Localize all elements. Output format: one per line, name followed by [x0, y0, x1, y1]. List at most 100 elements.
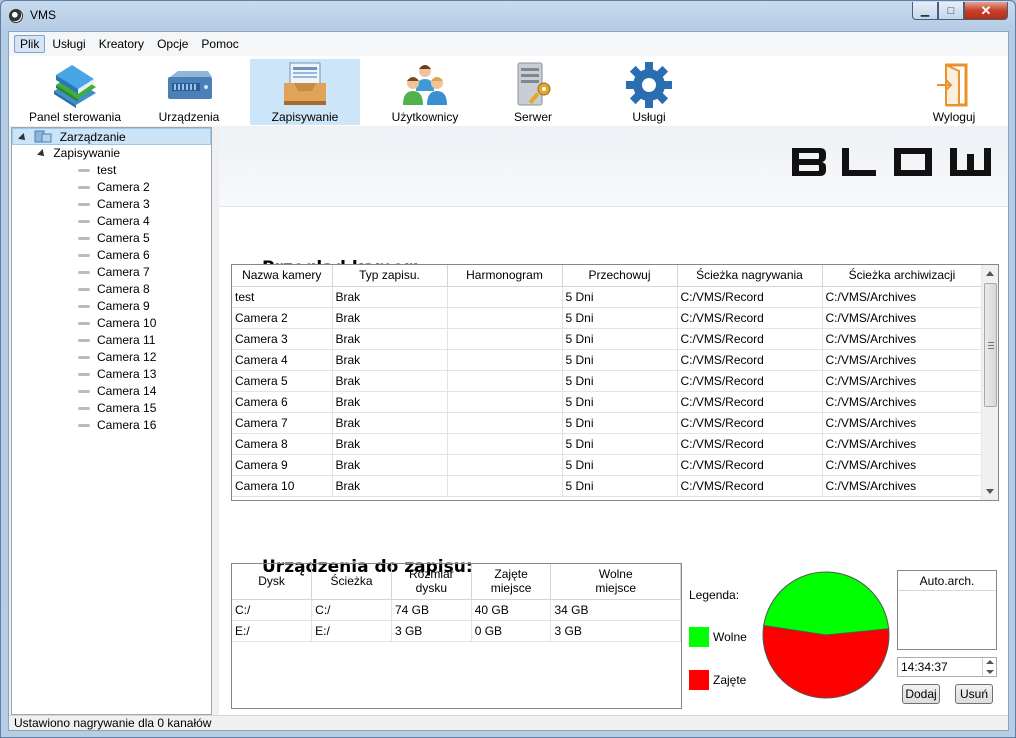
table-cell: C:/VMS/Record [677, 475, 823, 497]
camera-icon [78, 356, 90, 360]
table-row[interactable]: Camera 2 Brak 5 Dni C:/VMS/Record C:/VMS/Arc… [232, 307, 983, 329]
toolbar-uslugi[interactable]: Usługi [609, 59, 689, 125]
table-row[interactable]: Camera 7 Brak 5 Dni C:/VMS/Record C:/VMS/Arc… [232, 412, 983, 434]
toolbar-label: Zapisywanie [271, 110, 339, 124]
toolbar-urzadzenia[interactable]: Urządzenia [141, 59, 237, 125]
tree-camera-label: Camera 14 [97, 384, 157, 398]
table-cell: C:/VMS/Archives [822, 433, 983, 455]
table-row[interactable]: Camera 3 Brak 5 Dni C:/VMS/Record C:/VMS/Arc… [232, 328, 983, 350]
tree-camera-item[interactable]: Camera 4 [78, 213, 150, 230]
table-cell: Camera 3 [232, 328, 333, 350]
table-row[interactable]: Camera 8 Brak 5 Dni C:/VMS/Record C:/VMS/Arc… [232, 433, 983, 455]
archive-tray-icon [284, 62, 326, 105]
column-header[interactable]: Typ zapisu. [332, 265, 448, 287]
table-row[interactable]: Camera 10 Brak 5 Dni C:/VMS/Record C:/VMS/Ar… [232, 475, 983, 497]
column-header-line: Zajęte [494, 567, 528, 582]
column-header[interactable]: Nazwa kamery [232, 265, 333, 287]
menu-kreatory[interactable]: Kreatory [93, 35, 150, 53]
scroll-thumb[interactable] [984, 283, 997, 407]
tree-camera-item[interactable]: Camera 11 [78, 332, 155, 349]
spin-down-icon[interactable] [986, 670, 994, 674]
table-cell: Brak [332, 391, 448, 413]
toolbar-zapisywanie[interactable]: Zapisywanie [250, 59, 360, 125]
column-header[interactable]: Ścieżka nagrywania [677, 265, 823, 287]
menu-pomoc[interactable]: Pomoc [195, 35, 244, 53]
camera-icon [78, 339, 90, 343]
add-button[interactable]: Dodaj [902, 684, 940, 704]
tree-camera-item[interactable]: Camera 7 [78, 264, 150, 281]
auto-archive-list[interactable]: Auto.arch. [897, 570, 997, 650]
tree-camera-item[interactable]: Camera 14 [78, 383, 156, 400]
table-cell: C:/VMS/Archives [822, 286, 983, 308]
camera-icon [78, 220, 90, 224]
tree-camera-item[interactable]: Camera 12 [78, 349, 156, 366]
table-row[interactable]: C:/C:/74 GB 40 GB 34 GB [232, 599, 681, 621]
camera-icon [78, 424, 90, 428]
tree-camera-item[interactable]: Camera 9 [78, 298, 150, 315]
toolbar-wyloguj[interactable]: Wyloguj [919, 59, 989, 125]
time-spinner[interactable] [982, 658, 996, 676]
menu-plik[interactable]: Plik [14, 35, 46, 53]
table-row[interactable]: Camera 9 Brak 5 Dni C:/VMS/Record C:/VMS/Arc… [232, 454, 983, 476]
cameras-table: Nazwa kamery Typ zapisu. Harmonogram Przech… [232, 265, 983, 497]
table-cell: C:/VMS/Record [677, 328, 823, 350]
menu-uslugi[interactable]: Usługi [46, 35, 91, 53]
table-cell: C:/VMS/Archives [822, 475, 983, 497]
tree-camera-item[interactable]: Camera 6 [78, 247, 150, 264]
toolbar-label: Użytkownicy [391, 110, 459, 124]
tree-camera-item[interactable]: Camera 13 [78, 366, 156, 383]
table-row[interactable]: Camera 4 Brak 5 Dni C:/VMS/Record C:/VMS/Arc… [232, 349, 983, 371]
scroll-up-icon[interactable] [986, 271, 994, 276]
table-cell: C:/ [232, 599, 313, 621]
table-cell: Camera 10 [232, 475, 333, 497]
tree-camera-item[interactable]: Camera 3 [78, 196, 150, 213]
column-header[interactable]: Dysk [232, 564, 313, 600]
gear-icon [626, 62, 672, 108]
expand-arrow-icon[interactable] [37, 149, 47, 159]
tree-camera-item[interactable]: Camera 5 [78, 230, 150, 247]
column-header[interactable]: Harmonogram [447, 265, 563, 287]
maximize-button[interactable]: □ [938, 2, 964, 20]
column-header[interactable]: Przechowuj [562, 265, 678, 287]
minimize-button[interactable]: ▁ [912, 2, 938, 20]
column-header-line: miejsce [595, 581, 637, 596]
toolbar-serwer[interactable]: Serwer [493, 59, 573, 125]
remove-button[interactable]: Usuń [955, 684, 993, 704]
table-row[interactable]: Camera 5 Brak 5 Dni C:/VMS/Record C:/VMS/Arc… [232, 370, 983, 392]
archive-time-input[interactable]: 14:34:37 [897, 657, 997, 677]
client-area: Plik Usługi Kreatory Opcje Pomoc Panel s… [8, 31, 1009, 731]
tree-camera-item[interactable]: Camera 2 [78, 179, 150, 196]
column-header[interactable]: Rozmiar dysku [391, 564, 472, 600]
tree-camera-item[interactable]: Camera 10 [78, 315, 156, 332]
column-header[interactable]: Ścieżka [311, 564, 392, 600]
tree-camera-item[interactable]: Camera 16 [78, 417, 156, 434]
table-row[interactable]: test Brak 5 Dni C:/VMS/Record C:/VMS/Archive… [232, 286, 983, 308]
column-header[interactable]: Ścieżka archiwizacji [822, 265, 983, 287]
tree-item-zapisywanie[interactable]: Zapisywanie [37, 145, 120, 162]
scroll-down-icon[interactable] [986, 489, 994, 494]
cameras-scrollbar[interactable] [981, 265, 998, 500]
pie-slice-used [762, 624, 890, 699]
column-header[interactable]: Zajęte miejsce [471, 564, 552, 600]
tree-camera-item[interactable]: Camera 15 [78, 400, 156, 417]
table-cell: C:/VMS/Record [677, 286, 823, 308]
table-row[interactable]: E:/E:/3 GB 0 GB 3 GB [232, 620, 681, 642]
auto-archive-header: Auto.arch. [898, 571, 996, 591]
column-header[interactable]: Wolne miejsce [550, 564, 681, 600]
toolbar-uzytkownicy[interactable]: Użytkownicy [373, 59, 477, 125]
table-cell: test [232, 286, 333, 308]
expand-arrow-icon[interactable] [18, 133, 28, 143]
tree-camera-label: Camera 7 [97, 265, 150, 279]
table-cell: Brak [332, 370, 448, 392]
table-cell: Brak [332, 412, 448, 434]
spin-up-icon[interactable] [986, 660, 994, 664]
toolbar-panel-sterowania[interactable]: Panel sterowania [21, 59, 129, 125]
table-row[interactable]: Camera 6 Brak 5 Dni C:/VMS/Record C:/VMS/Arc… [232, 391, 983, 413]
table-cell: E:/ [232, 620, 313, 642]
menu-opcje[interactable]: Opcje [151, 35, 194, 53]
tree-camera-item[interactable]: test [78, 162, 116, 179]
close-button[interactable]: ✕ [964, 2, 1008, 20]
tree-camera-item[interactable]: Camera 8 [78, 281, 150, 298]
tree-item-zarzadzanie[interactable]: Zarządzanie [12, 128, 211, 145]
table-cell: C:/VMS/Record [677, 391, 823, 413]
